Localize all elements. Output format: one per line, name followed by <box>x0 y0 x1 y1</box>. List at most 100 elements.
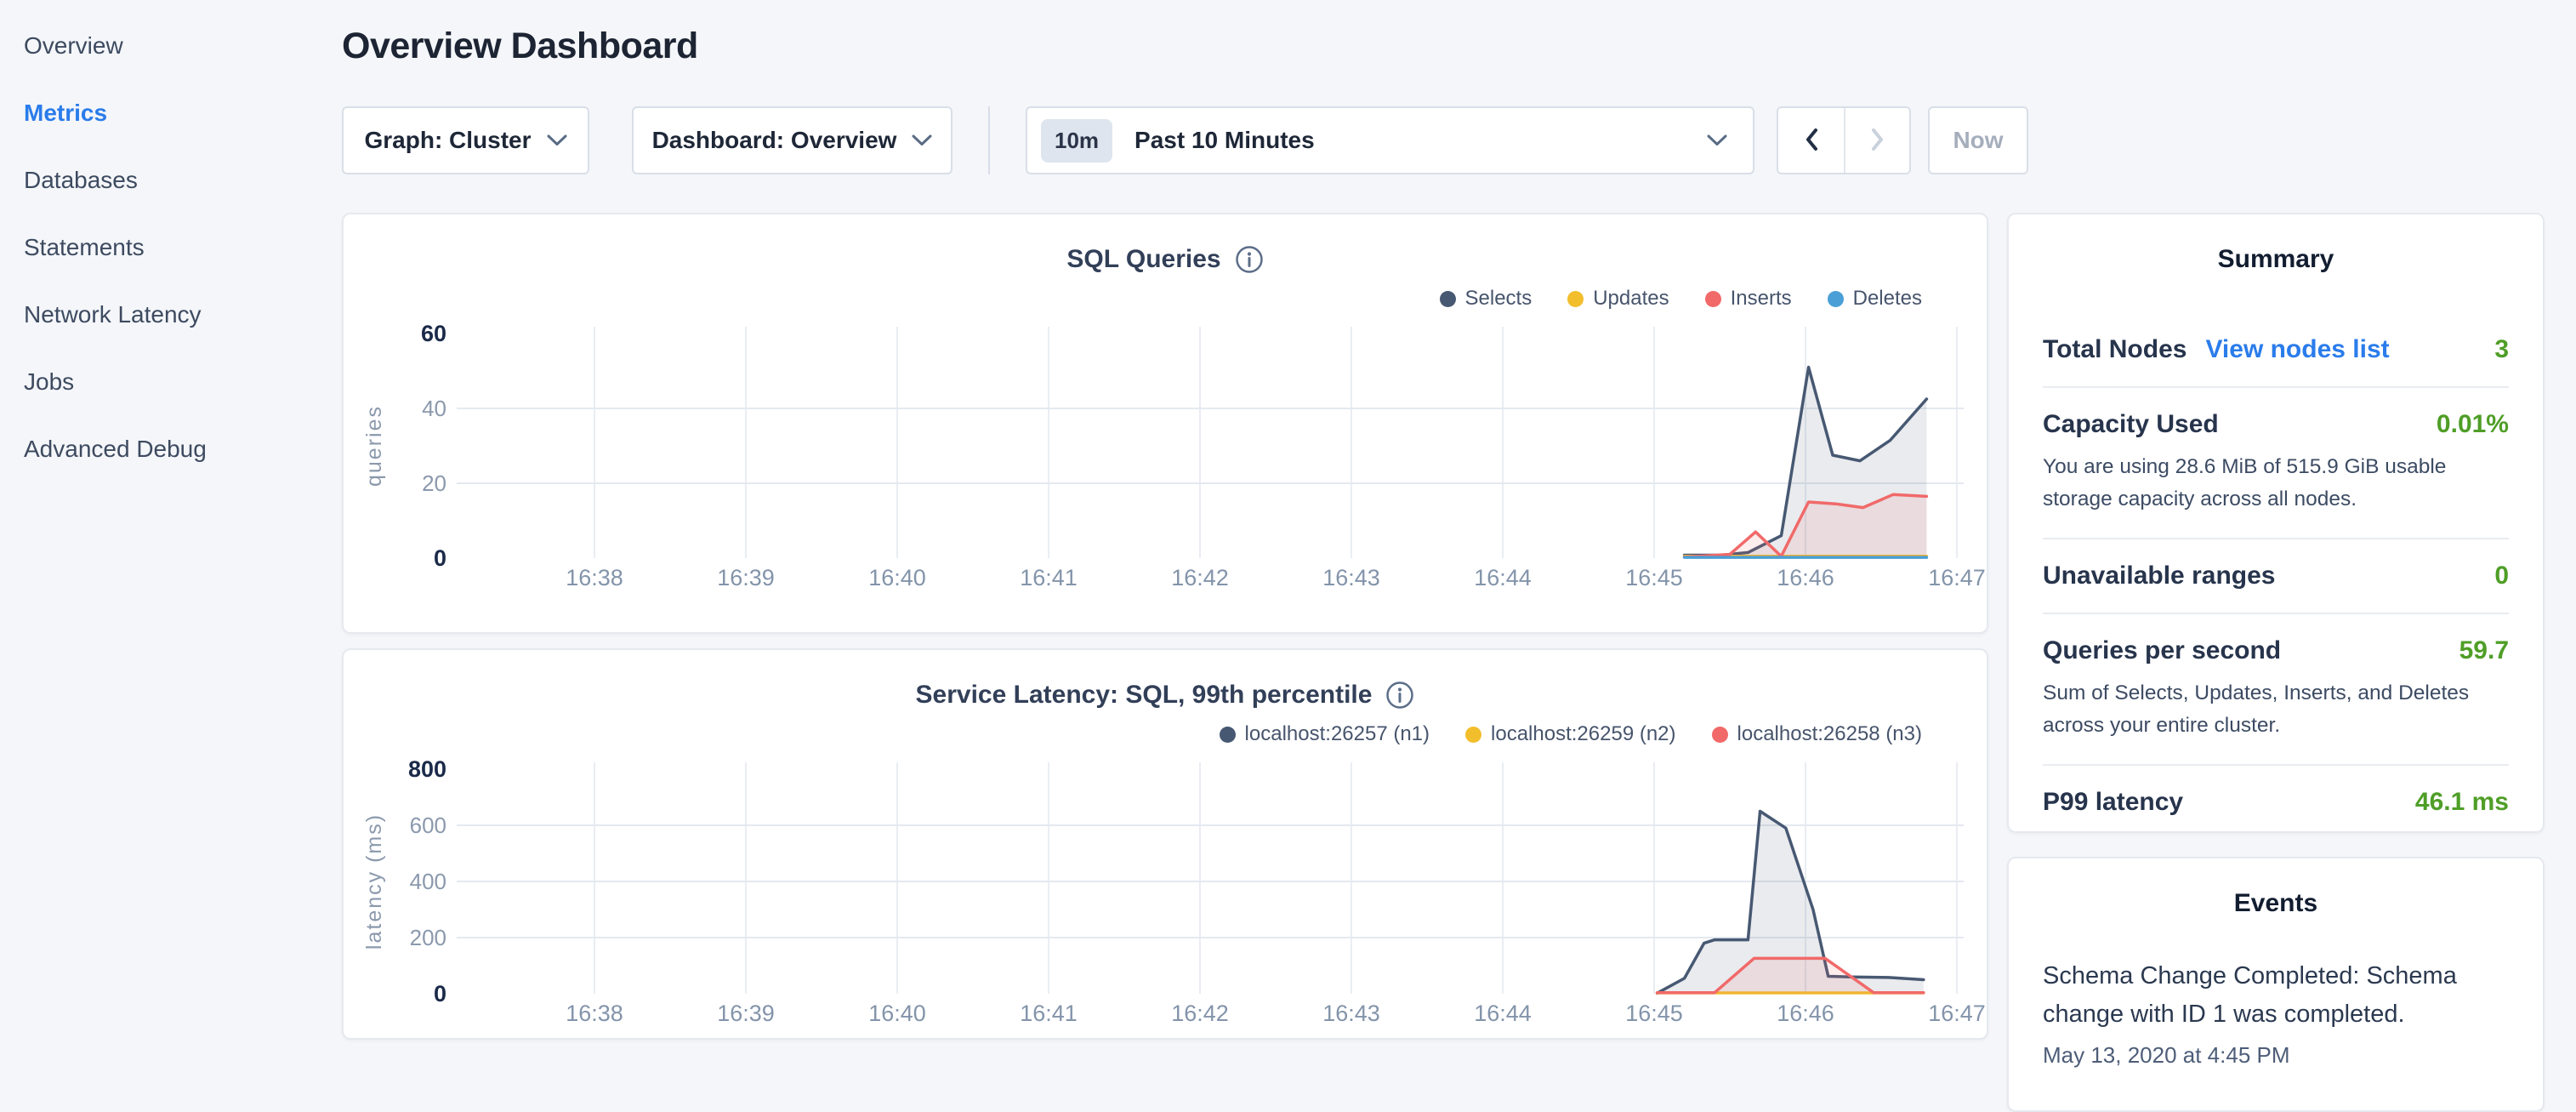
stat-label: Unavailable ranges <box>2043 562 2275 590</box>
stat-label: Capacity Used <box>2043 410 2219 439</box>
stat-value: 0.01% <box>2437 410 2509 439</box>
sidebar-item-network-latency[interactable]: Network Latency <box>0 281 342 348</box>
sidebar-item-metrics[interactable]: Metrics <box>0 79 342 146</box>
svg-text:16:39: 16:39 <box>717 565 775 590</box>
svg-text:200: 200 <box>410 925 446 950</box>
svg-text:16:45: 16:45 <box>1625 1001 1683 1026</box>
stat-description: Sum of Selects, Updates, Inserts, and De… <box>2043 677 2509 742</box>
svg-text:16:44: 16:44 <box>1474 565 1532 590</box>
svg-text:600: 600 <box>410 813 446 838</box>
summary-panel: Summary Total Nodes View nodes list 3 Ca… <box>2007 213 2545 833</box>
stat-label: Total Nodes <box>2043 335 2186 364</box>
sidebar-item-jobs[interactable]: Jobs <box>0 348 342 415</box>
summary-row-capacity-used: Capacity Used 0.01% You are using 28.6 M… <box>2043 388 2509 539</box>
events-panel: Events Schema Change Completed: Schema c… <box>2007 857 2545 1112</box>
dashboard-label: Dashboard: Overview <box>652 127 897 154</box>
chevron-right-icon <box>1869 127 1886 155</box>
svg-text:16:47: 16:47 <box>1928 1001 1986 1026</box>
svg-text:800: 800 <box>408 756 446 782</box>
sidebar-item-statements[interactable]: Statements <box>0 214 342 281</box>
sql-queries-chart-card: SQL Queries Selects Updates Inserts Dele… <box>342 213 1988 634</box>
svg-text:16:46: 16:46 <box>1777 1001 1834 1026</box>
svg-text:20: 20 <box>422 470 446 496</box>
legend-item: Updates <box>1567 287 1669 311</box>
series-color-dot <box>1712 727 1728 743</box>
time-window-label: Past 10 Minutes <box>1134 127 1692 154</box>
chart-title: Service Latency: SQL, 99th percentile <box>916 681 1373 710</box>
stat-value: 3 <box>2494 335 2509 364</box>
now-button[interactable]: Now <box>1928 106 2028 174</box>
previous-time-window-button[interactable] <box>1778 108 1844 173</box>
summary-row-queries-per-second: Queries per second 59.7 Sum of Selects, … <box>2043 614 2509 766</box>
info-icon[interactable] <box>1385 681 1414 710</box>
service-latency-chart-plot[interactable]: 16:38 16:39 16:40 16:41 16:42 16:43 16:44 16:45… <box>344 750 1987 1040</box>
svg-text:16:42: 16:42 <box>1171 565 1229 590</box>
view-nodes-list-link[interactable]: View nodes list <box>2205 335 2389 364</box>
chevron-left-icon <box>1803 127 1820 155</box>
svg-text:16:41: 16:41 <box>1020 565 1078 590</box>
svg-text:400: 400 <box>410 869 446 894</box>
svg-text:16:42: 16:42 <box>1171 1001 1229 1026</box>
dashboard-dropdown[interactable]: Dashboard: Overview <box>632 106 952 174</box>
toolbar-divider <box>988 106 990 174</box>
svg-text:16:38: 16:38 <box>566 1001 623 1026</box>
svg-text:16:43: 16:43 <box>1322 1001 1380 1026</box>
event-list-item: Schema Change Completed: Schema change w… <box>2043 957 2509 1069</box>
svg-text:16:39: 16:39 <box>717 1001 775 1026</box>
chevron-down-icon <box>547 134 567 146</box>
summary-title: Summary <box>2043 245 2509 274</box>
series-color-dot <box>1220 727 1236 743</box>
sql-queries-chart-plot[interactable]: 16:38 16:39 16:40 16:41 16:42 16:43 16:44 16:45… <box>344 315 1987 604</box>
stat-value: 0 <box>2494 562 2509 590</box>
svg-text:queries: queries <box>362 405 386 487</box>
time-step-buttons <box>1777 106 1911 174</box>
svg-text:16:47: 16:47 <box>1928 565 1986 590</box>
legend-item: Deletes <box>1828 287 1922 311</box>
series-color-dot <box>1705 291 1721 307</box>
svg-text:16:41: 16:41 <box>1020 1001 1078 1026</box>
db-console-metrics-page: { "colors": { "accent_blue": "#2a7ceb", … <box>0 0 2576 1052</box>
stat-label: Queries per second <box>2043 636 2281 665</box>
svg-text:40: 40 <box>422 396 446 421</box>
chevron-down-icon <box>1707 134 1727 146</box>
summary-row-total-nodes: Total Nodes View nodes list 3 <box>2043 313 2509 388</box>
svg-text:0: 0 <box>434 545 446 571</box>
sidebar-item-databases[interactable]: Databases <box>0 146 342 214</box>
svg-text:60: 60 <box>421 321 446 346</box>
events-title: Events <box>2043 889 2509 918</box>
stat-label: P99 latency <box>2043 788 2183 817</box>
event-timestamp: May 13, 2020 at 4:45 PM <box>2043 1042 2509 1069</box>
series-color-dot <box>1828 291 1844 307</box>
svg-text:0: 0 <box>434 981 446 1007</box>
sidebar-item-overview[interactable]: Overview <box>0 12 342 79</box>
svg-text:latency (ms): latency (ms) <box>362 813 386 949</box>
sidebar: Overview Metrics Databases Statements Ne… <box>0 0 342 482</box>
svg-text:16:40: 16:40 <box>868 1001 926 1026</box>
svg-text:16:46: 16:46 <box>1777 565 1834 590</box>
toolbar: Graph: Cluster Dashboard: Overview 10m P… <box>342 106 2028 174</box>
chart-legend: Selects Updates Inserts Deletes <box>344 286 1987 311</box>
legend-item: localhost:26257 (n1) <box>1220 722 1430 746</box>
svg-text:16:45: 16:45 <box>1625 565 1683 590</box>
svg-text:16:40: 16:40 <box>868 565 926 590</box>
chart-title: SQL Queries <box>1066 245 1220 274</box>
sidebar-item-advanced-debug[interactable]: Advanced Debug <box>0 415 342 482</box>
graph-scope-dropdown[interactable]: Graph: Cluster <box>342 106 589 174</box>
legend-item: localhost:26258 (n3) <box>1712 722 1922 746</box>
legend-item: Selects <box>1440 287 1533 311</box>
service-latency-chart-card: Service Latency: SQL, 99th percentile lo… <box>342 648 1988 1040</box>
info-icon[interactable] <box>1235 245 1264 274</box>
summary-row-unavailable-ranges: Unavailable ranges 0 <box>2043 539 2509 614</box>
svg-text:16:43: 16:43 <box>1322 565 1380 590</box>
svg-text:16:38: 16:38 <box>566 565 623 590</box>
chevron-down-icon <box>912 134 932 146</box>
next-time-window-button[interactable] <box>1844 108 1909 173</box>
summary-row-p99-latency: P99 latency 46.1 ms <box>2043 766 2509 839</box>
stat-description: You are using 28.6 MiB of 515.9 GiB usab… <box>2043 451 2509 516</box>
legend-item: Inserts <box>1705 287 1792 311</box>
graph-scope-label: Graph: Cluster <box>364 127 531 154</box>
stat-value: 46.1 ms <box>2415 788 2509 817</box>
series-color-dot <box>1567 291 1584 307</box>
svg-text:16:44: 16:44 <box>1474 1001 1532 1026</box>
time-window-dropdown[interactable]: 10m Past 10 Minutes <box>1026 106 1754 174</box>
